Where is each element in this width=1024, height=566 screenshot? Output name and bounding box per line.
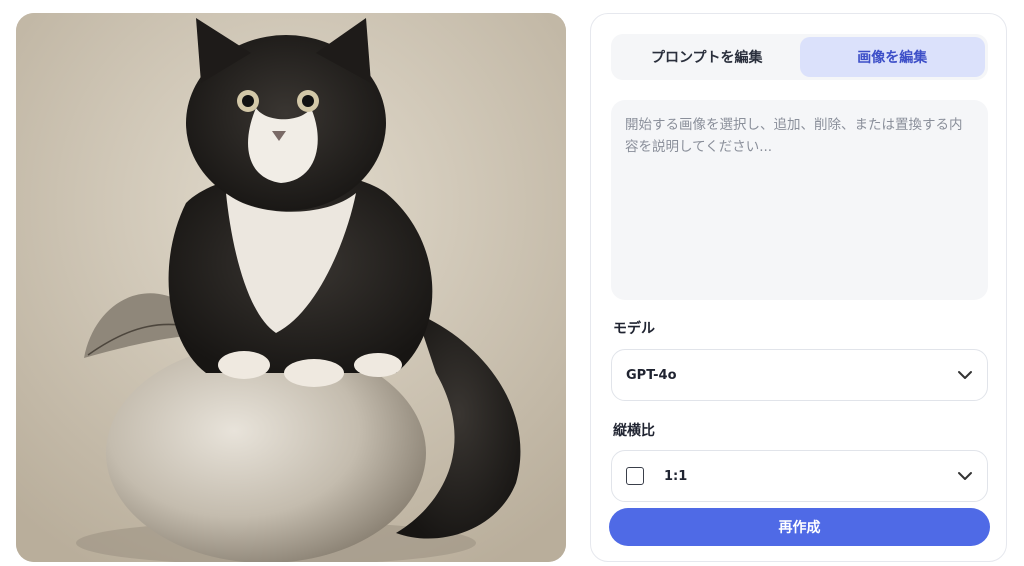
chevron-down-icon [958,371,972,379]
tab-edit-prompt[interactable]: プロンプトを編集 [614,37,800,77]
cat-on-apple-sketch-image [16,13,566,562]
tab-edit-image[interactable]: 画像を編集 [799,37,985,77]
aspect-ratio-square-icon [626,467,644,485]
model-select[interactable]: GPT-4o [611,349,988,401]
aspect-ratio-select[interactable]: 1:1 [611,450,988,502]
model-label: モデル [613,321,655,337]
aspect-ratio-label: 縦横比 [613,423,655,439]
model-selected-value: GPT-4o [626,367,677,383]
generated-image[interactable] [16,13,566,562]
mode-tabs: プロンプトを編集 画像を編集 [611,34,988,80]
chevron-down-icon [958,472,972,480]
aspect-ratio-selected-value: 1:1 [664,468,688,484]
edit-instruction-input[interactable] [611,100,988,300]
edit-panel: プロンプトを編集 画像を編集 モデル GPT-4o 縦横比 1:1 再作成 [590,13,1007,562]
regenerate-button[interactable]: 再作成 [609,508,990,546]
image-editor: プロンプトを編集 画像を編集 モデル GPT-4o 縦横比 1:1 再作成 [0,0,1024,566]
